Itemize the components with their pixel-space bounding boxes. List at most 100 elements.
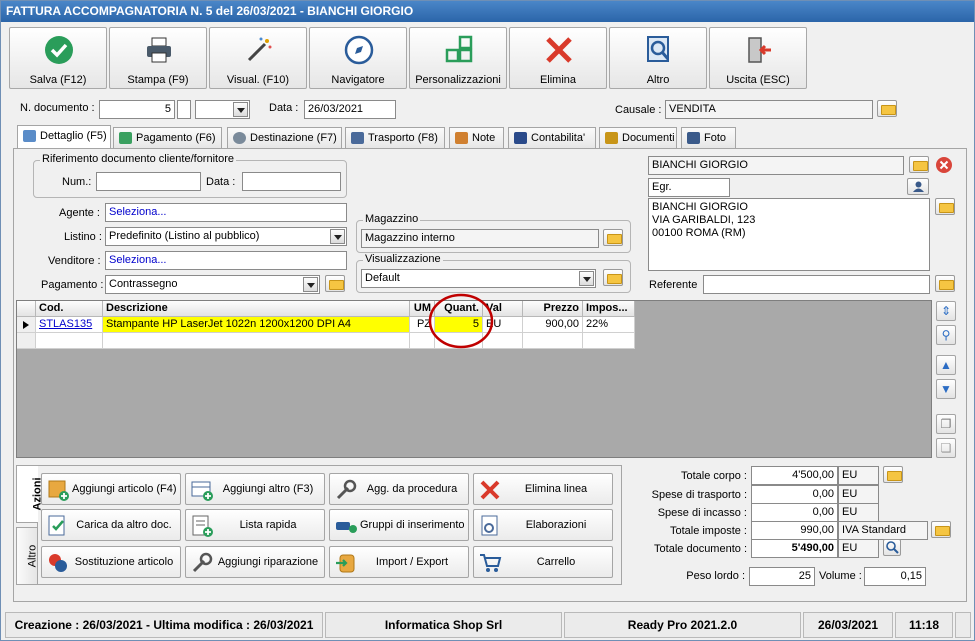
- row-indicator[interactable]: [17, 317, 36, 333]
- status-bar: Creazione : 26/03/2021 - Ultima modifica…: [5, 612, 971, 638]
- row-indicator[interactable]: [17, 333, 36, 349]
- pagamento-label: Pagamento :: [41, 279, 104, 291]
- compass-icon: [344, 35, 374, 65]
- cell-cod[interactable]: [36, 333, 103, 349]
- folder-icon[interactable]: [877, 100, 897, 117]
- resize-grip[interactable]: [955, 612, 971, 638]
- import-export-button[interactable]: Import / Export: [329, 546, 469, 578]
- move-updown-button[interactable]: ⇕: [936, 301, 956, 321]
- chevron-down-icon[interactable]: [303, 277, 318, 292]
- column-header-prezzo[interactable]: Prezzo: [523, 301, 583, 317]
- insert-groups-button[interactable]: Gruppi di inserimento: [329, 509, 469, 541]
- customize-button[interactable]: Personalizzazioni: [409, 27, 507, 89]
- column-header-imposta[interactable]: Impos...: [583, 301, 635, 317]
- arrow-down-icon: ▼: [940, 382, 952, 396]
- referente-input[interactable]: [703, 275, 930, 294]
- tab-contabilita[interactable]: Contabilita': [508, 127, 596, 149]
- folder-icon[interactable]: [603, 229, 623, 246]
- close-icon[interactable]: [935, 156, 953, 174]
- zoom-button[interactable]: [883, 539, 901, 556]
- spese-incasso-value[interactable]: 0,00: [751, 503, 838, 522]
- contact-card-button[interactable]: [907, 178, 929, 195]
- spese-trasporto-value[interactable]: 0,00: [751, 485, 838, 504]
- folder-icon[interactable]: [935, 198, 955, 215]
- view-button[interactable]: Visual. (F10): [209, 27, 307, 89]
- tab-destinazione[interactable]: Destinazione (F7): [227, 127, 342, 149]
- paste-row-button[interactable]: ❏: [936, 438, 956, 458]
- cell-prezzo[interactable]: [523, 333, 583, 349]
- save-button[interactable]: Salva (F12): [9, 27, 107, 89]
- causale-input[interactable]: VENDITA: [665, 100, 873, 119]
- chevron-down-icon[interactable]: [233, 102, 248, 117]
- folder-icon[interactable]: [325, 275, 345, 292]
- folder-icon[interactable]: [883, 466, 903, 483]
- doc-suffix-input[interactable]: [177, 100, 191, 119]
- doc-number-input[interactable]: 5: [99, 100, 175, 119]
- cart-button[interactable]: Carrello: [473, 546, 613, 578]
- cell-imposta[interactable]: [583, 333, 635, 349]
- customer-title-input[interactable]: Egr.: [648, 178, 730, 197]
- column-header-cod[interactable]: Cod.: [36, 301, 103, 317]
- pagamento-select[interactable]: Contrassegno: [105, 275, 320, 294]
- chevron-down-icon[interactable]: [330, 229, 345, 244]
- listino-select[interactable]: Predefinito (Listino al pubblico): [105, 227, 347, 246]
- venditore-input[interactable]: Seleziona...: [105, 251, 347, 270]
- payment-icon: [119, 132, 132, 144]
- wrench-icon: [336, 479, 357, 500]
- tab-trasporto[interactable]: Trasporto (F8): [345, 127, 445, 149]
- side-tab-azioni[interactable]: Azioni: [16, 465, 44, 523]
- tab-note[interactable]: Note: [449, 127, 504, 149]
- cell-cod[interactable]: STLAS135: [36, 317, 103, 333]
- folder-icon[interactable]: [909, 156, 929, 173]
- view-select[interactable]: Default: [361, 269, 596, 288]
- delete-line-button[interactable]: Elimina linea: [473, 473, 613, 505]
- ref-date-input[interactable]: [242, 172, 341, 191]
- doc-number-label: N. documento :: [20, 102, 95, 114]
- folder-icon[interactable]: [935, 275, 955, 292]
- quick-list-button[interactable]: Lista rapida: [185, 509, 325, 541]
- venditore-label: Venditore :: [48, 255, 101, 267]
- side-tab-altro[interactable]: Altro: [16, 527, 38, 585]
- doc-series-select[interactable]: [195, 100, 250, 119]
- exit-button[interactable]: Uscita (ESC): [709, 27, 807, 89]
- window-title: FATTURA ACCOMPAGNATORIA N. 5 del 26/03/2…: [1, 1, 974, 22]
- copy-row-button[interactable]: ❐: [936, 414, 956, 434]
- column-header-descrizione[interactable]: Descrizione: [103, 301, 410, 317]
- print-button[interactable]: Stampa (F9): [109, 27, 207, 89]
- cell-descrizione[interactable]: Stampante HP LaserJet 1022n 1200x1200 DP…: [103, 317, 410, 333]
- search-row-button[interactable]: ⚲: [936, 325, 956, 345]
- warehouse-input[interactable]: Magazzino interno: [361, 229, 599, 248]
- cell-prezzo[interactable]: 900,00: [523, 317, 583, 333]
- customer-name-input[interactable]: BIANCHI GIORGIO: [648, 156, 904, 175]
- delete-button[interactable]: Elimina: [509, 27, 607, 89]
- folder-icon[interactable]: [603, 269, 623, 286]
- ref-num-input[interactable]: [96, 172, 201, 191]
- agente-input[interactable]: Seleziona...: [105, 203, 347, 222]
- load-from-doc-button[interactable]: Carica da altro doc.: [41, 509, 181, 541]
- other-button[interactable]: Altro: [609, 27, 707, 89]
- totale-corpo-label: Totale corpo :: [680, 470, 747, 482]
- chevron-down-icon[interactable]: [579, 271, 594, 286]
- add-other-button[interactable]: Aggiungi altro (F3): [185, 473, 325, 505]
- add-article-button[interactable]: Aggiungi articolo (F4): [41, 473, 181, 505]
- peso-value[interactable]: 25: [749, 567, 815, 586]
- replace-article-button[interactable]: Sostituzione articolo: [41, 546, 181, 578]
- processing-button[interactable]: Elaborazioni: [473, 509, 613, 541]
- move-up-button[interactable]: ▲: [936, 355, 956, 375]
- tab-foto[interactable]: Foto: [681, 127, 736, 149]
- move-down-button[interactable]: ▼: [936, 379, 956, 399]
- truck-icon: [351, 132, 364, 144]
- tab-documenti[interactable]: Documenti: [599, 127, 677, 149]
- add-repair-button[interactable]: Aggiungi riparazione: [185, 546, 325, 578]
- cell-descrizione[interactable]: [103, 333, 410, 349]
- tab-pagamento[interactable]: Pagamento (F6): [113, 127, 222, 149]
- tab-dettaglio[interactable]: Dettaglio (F5): [17, 125, 111, 149]
- customer-address-box[interactable]: BIANCHI GIORGIO VIA GARIBALDI, 123 00100…: [648, 198, 930, 271]
- folder-icon[interactable]: [931, 521, 951, 538]
- date-input[interactable]: 26/03/2021: [304, 100, 396, 119]
- navigator-button[interactable]: Navigatore: [309, 27, 407, 89]
- add-from-procedure-button[interactable]: Agg. da procedura: [329, 473, 469, 505]
- cell-imposta[interactable]: 22%: [583, 317, 635, 333]
- totale-imposte-value: 990,00: [751, 521, 838, 540]
- volume-value[interactable]: 0,15: [864, 567, 926, 586]
